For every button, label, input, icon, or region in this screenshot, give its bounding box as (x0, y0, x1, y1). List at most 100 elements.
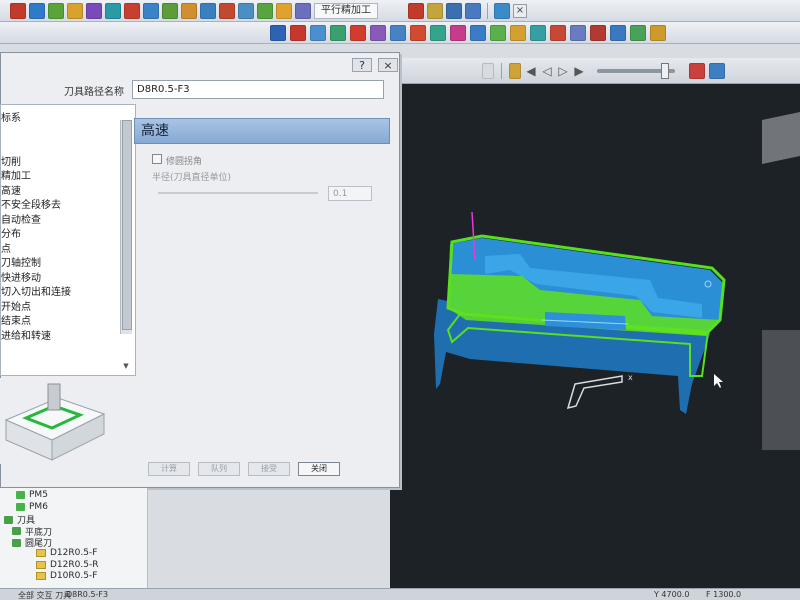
tool-icon (36, 549, 46, 557)
explorer-item[interactable]: PM5 (16, 490, 48, 500)
accept-button[interactable]: 接受 (248, 462, 290, 476)
toolpath-strategy-label[interactable]: 平行精加工 (314, 2, 378, 19)
toolbar-right-tool-4-icon[interactable] (465, 2, 481, 19)
toolbar2-tool-18-icon[interactable] (610, 24, 626, 41)
dialog-close-button[interactable]: × (378, 58, 398, 72)
toolbar2-tool-3-icon[interactable] (310, 24, 326, 41)
simulation-view-icon[interactable] (709, 62, 725, 79)
toolbar2-tool-17-icon[interactable] (590, 24, 606, 41)
explorer-item[interactable]: D12R0.5-F (36, 548, 97, 558)
viewport-side-panel (762, 330, 800, 450)
toolbar-tool-1-icon[interactable] (10, 2, 26, 19)
toolbar2-tool-14-icon[interactable] (530, 24, 546, 41)
simulation-speed-slider[interactable] (597, 62, 675, 79)
tree-item[interactable]: 自动检查 (1, 211, 41, 226)
simulation-tool-icon[interactable] (509, 62, 521, 79)
tree-item[interactable]: 标系 (1, 109, 21, 124)
toolpath-icon (16, 502, 25, 511)
toolbar2-tool-6-icon[interactable] (370, 24, 386, 41)
explorer-item[interactable]: D12R0.5-R (36, 560, 98, 570)
toolbar-tool-13-icon[interactable] (238, 2, 254, 19)
help-button[interactable]: ? (352, 58, 372, 72)
toolbar2-tool-8-icon[interactable] (410, 24, 426, 41)
toolbar2-tool-1-icon[interactable] (270, 24, 286, 41)
toolbar-tool-12-icon[interactable] (219, 2, 235, 19)
toolbar2-tool-5-icon[interactable] (350, 24, 366, 41)
close-button[interactable]: 关闭 (298, 462, 340, 476)
toolpath-name-input[interactable] (132, 80, 384, 99)
workplane-marker (566, 375, 623, 410)
toolbar-tool-5-icon[interactable] (86, 2, 102, 19)
strategy-page-tree: 标系切削 精加工 高速 不安全段移去 自动检查 分布点刀轴控制 快进移动 切入切出和连接 开始点… (0, 104, 136, 376)
play-icon[interactable]: ▷ (557, 64, 569, 78)
toolbar-tool-10-icon[interactable] (181, 2, 197, 19)
toolbar-tool-11-icon[interactable] (200, 2, 216, 19)
tree-scrollbar[interactable] (120, 120, 132, 334)
toolbar-right-tool-2-icon[interactable] (427, 2, 443, 19)
toolbar-tool-16-icon[interactable] (295, 2, 311, 19)
status-bar: 全部 交互 刀具 D8R0.5-F3 Y 4700.0 F 1300.0 (0, 588, 800, 600)
toolbar2-tool-2-icon[interactable] (290, 24, 306, 41)
tree-item[interactable]: 分布 (1, 225, 21, 240)
tree-item[interactable]: 切入切出和连接 (1, 283, 71, 298)
tree-item[interactable]: 不安全段移去 (1, 196, 61, 211)
tool-window-icon[interactable] (494, 2, 510, 19)
simulation-window-icon[interactable] (689, 62, 705, 79)
toolbar2-tool-4-icon[interactable] (330, 24, 346, 41)
toolbar-tool-6-icon[interactable] (105, 2, 121, 19)
toolbar2-tool-7-icon[interactable] (390, 24, 406, 41)
viewport-toolbar: ◀ ◁ ▷ ▶ (390, 58, 800, 84)
toolbar-tool-14-icon[interactable] (257, 2, 273, 19)
tree-item[interactable]: 刀轴控制 (1, 254, 41, 269)
explorer-item-label: D10R0.5-F (50, 571, 98, 582)
slider-thumb[interactable] (661, 62, 669, 79)
tree-item[interactable]: 开始点 (1, 298, 31, 313)
tree-item[interactable]: 切削 (1, 153, 21, 168)
explorer-item[interactable]: PM6 (16, 502, 48, 512)
toolbar2-tool-15-icon[interactable] (550, 24, 566, 41)
tree-item[interactable]: 结束点 (1, 312, 31, 327)
radius-slider[interactable] (158, 192, 318, 194)
toolbar-tool-2-icon[interactable] (29, 2, 45, 19)
view-cube-icon[interactable] (762, 111, 800, 165)
toolbar-tool-9-icon[interactable] (162, 2, 178, 19)
scroll-down-icon[interactable]: ▼ (120, 362, 132, 372)
explorer-item-label: D12R0.5-F (50, 548, 98, 558)
round-corners-checkbox[interactable] (152, 154, 162, 164)
tree-item[interactable]: 点 (1, 240, 11, 255)
toolbar2-tool-19-icon[interactable] (630, 24, 646, 41)
toolbar-tool-8-icon[interactable] (143, 2, 159, 19)
toolbar-tool-3-icon[interactable] (48, 2, 64, 19)
toolbar2-tool-20-icon[interactable] (650, 24, 666, 41)
mouse-cursor-icon (714, 374, 723, 388)
preview-graphic (4, 383, 106, 461)
toolbar2-tool-12-icon[interactable] (490, 24, 506, 41)
toolbar-close-button[interactable]: × (513, 3, 527, 18)
radius-input[interactable] (328, 186, 372, 201)
scrollbar-thumb[interactable] (122, 120, 132, 330)
calculate-button[interactable]: 计算 (148, 462, 190, 476)
tree-item[interactable]: 快进移动 (1, 269, 41, 284)
toolbar-right-tool-3-icon[interactable] (446, 2, 462, 19)
toolbar2-tool-13-icon[interactable] (510, 24, 526, 41)
queue-button[interactable]: 队列 (198, 462, 240, 476)
screen: 平行精加工 × ◀ ◁ ▷ ▶ x ? × 刀具路径名称 D8R0.5-F3 标… (0, 0, 800, 600)
fast-forward-icon[interactable]: ▶ (573, 64, 585, 78)
toolbar2-tool-10-icon[interactable] (450, 24, 466, 41)
pin-icon[interactable] (482, 62, 494, 79)
toolbar-tool-7-icon[interactable] (124, 2, 140, 19)
tree-item[interactable]: 高速 (1, 182, 21, 197)
toolbar2-tool-9-icon[interactable] (430, 24, 446, 41)
tree-item[interactable]: 精加工 (1, 167, 31, 182)
toolbar-tool-15-icon[interactable] (276, 2, 292, 19)
step-back-icon[interactable]: ◁ (541, 64, 553, 78)
toolbar-right-tool-1-icon[interactable] (408, 2, 424, 19)
toolbar2-tool-16-icon[interactable] (570, 24, 586, 41)
rewind-icon[interactable]: ◀ (525, 64, 537, 78)
toolbar2-tool-11-icon[interactable] (470, 24, 486, 41)
toolbar-tool-4-icon[interactable] (67, 2, 83, 19)
explorer-item[interactable]: D10R0.5-F (36, 571, 97, 581)
status-toolname: D8R0.5-F3 (66, 590, 109, 599)
status-y-value: Y 4700.0 (654, 590, 690, 599)
tree-item[interactable]: 进给和转速 (1, 327, 51, 342)
